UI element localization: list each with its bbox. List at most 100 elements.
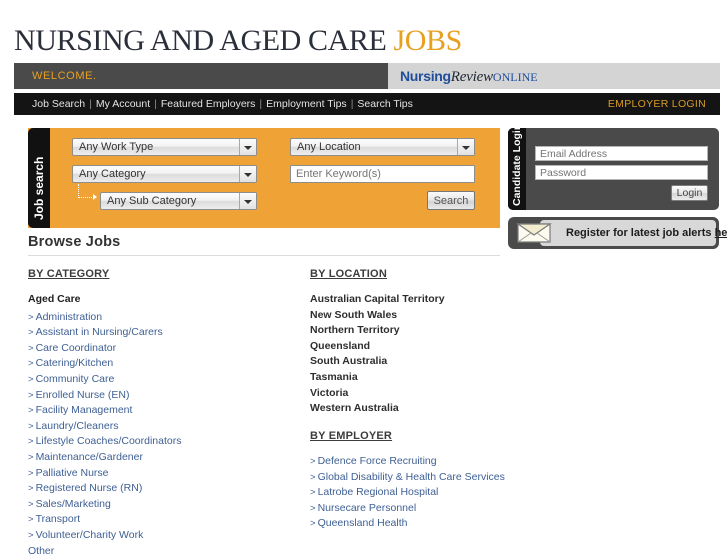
category-link[interactable]: Sales/Marketing: [36, 498, 111, 510]
candidate-login-panel: Candidate Login Login: [508, 128, 719, 210]
keyword-input[interactable]: [290, 165, 475, 183]
chevron-down-icon: [239, 193, 256, 209]
search-button[interactable]: Search: [427, 191, 475, 210]
location-select[interactable]: Any Location: [290, 138, 475, 156]
employer-link[interactable]: Defence Force Recruiting: [318, 455, 437, 467]
chevron-down-icon: [239, 139, 256, 155]
chevron-down-icon: [239, 166, 256, 182]
list-item[interactable]: >Assistant in Nursing/Carers: [28, 325, 298, 341]
category-link[interactable]: Administration: [36, 311, 103, 323]
chevron-right-icon: >: [28, 421, 36, 432]
list-item[interactable]: >Laundry/Cleaners: [28, 419, 298, 435]
list-item[interactable]: Australian Capital Territory: [310, 292, 580, 308]
employer-login-link[interactable]: EMPLOYER LOGIN: [608, 98, 706, 110]
logo-word-nursing: Nursing: [400, 68, 451, 84]
category-link[interactable]: Catering/Kitchen: [36, 357, 114, 369]
category-link[interactable]: Laundry/Cleaners: [36, 420, 119, 432]
list-item[interactable]: >Transport: [28, 512, 298, 528]
register-job-alerts-banner[interactable]: Register for latest job alerts here: [508, 217, 719, 249]
category-link[interactable]: Lifestyle Coaches/Coordinators: [36, 435, 182, 447]
logo-word-online: ONLINE: [493, 70, 538, 84]
list-item[interactable]: Queensland: [310, 339, 580, 355]
password-field[interactable]: [535, 165, 708, 180]
category-link[interactable]: Facility Management: [36, 404, 133, 416]
category-link[interactable]: Enrolled Nurse (EN): [36, 389, 130, 401]
nav-item-job-search[interactable]: Job Search: [32, 98, 85, 110]
employer-link[interactable]: Latrobe Regional Hospital: [318, 486, 439, 498]
list-item[interactable]: >Queensland Health: [310, 516, 580, 532]
job-search-panel: Job search Any Work Type Any Category An…: [28, 128, 500, 228]
list-item[interactable]: >Facility Management: [28, 403, 298, 419]
chevron-right-icon: >: [28, 312, 36, 323]
candidate-login-tab-text: Candidate Login: [511, 128, 523, 206]
browse-jobs-divider: [28, 255, 500, 256]
employer-link[interactable]: Queensland Health: [318, 517, 408, 529]
category-other-link[interactable]: Other: [28, 544, 298, 559]
list-item[interactable]: >Nursecare Personnel: [310, 501, 580, 517]
category-link[interactable]: Maintenance/Gardener: [36, 451, 143, 463]
list-item[interactable]: >Volunteer/Charity Work: [28, 528, 298, 544]
list-item[interactable]: Western Australia: [310, 401, 580, 417]
list-item[interactable]: >Latrobe Regional Hospital: [310, 485, 580, 501]
category-link[interactable]: Registered Nurse (RN): [36, 482, 143, 494]
list-item[interactable]: >Palliative Nurse: [28, 466, 298, 482]
welcome-bar: WELCOME. NursingReviewONLINE: [14, 63, 720, 89]
chevron-right-icon: >: [28, 405, 36, 416]
category-link[interactable]: Community Care: [36, 373, 115, 385]
list-item[interactable]: >Administration: [28, 310, 298, 326]
chevron-right-icon: >: [28, 436, 36, 447]
browse-jobs-heading: Browse Jobs: [28, 234, 120, 250]
list-item[interactable]: South Australia: [310, 354, 580, 370]
by-location-heading: BY LOCATION: [310, 268, 387, 280]
candidate-login-tab-label: Candidate Login: [508, 128, 526, 210]
nav-separator: |: [347, 98, 358, 110]
location-select-value: Any Location: [297, 141, 361, 153]
category-link[interactable]: Assistant in Nursing/Carers: [36, 326, 163, 338]
chevron-right-icon: >: [28, 358, 36, 369]
list-item[interactable]: >Catering/Kitchen: [28, 356, 298, 372]
nursing-review-logo-panel: NursingReviewONLINE: [388, 63, 720, 89]
list-item[interactable]: >Registered Nurse (RN): [28, 481, 298, 497]
list-item[interactable]: Tasmania: [310, 370, 580, 386]
nav-links-group: Job Search|My Account|Featured Employers…: [32, 98, 413, 110]
list-item[interactable]: >Lifestyle Coaches/Coordinators: [28, 434, 298, 450]
list-item[interactable]: Victoria: [310, 386, 580, 402]
chevron-right-icon: >: [28, 499, 36, 510]
chevron-right-icon: >: [28, 343, 36, 354]
work-type-select-value: Any Work Type: [79, 141, 153, 153]
list-item[interactable]: >Global Disability & Health Care Service…: [310, 470, 580, 486]
list-item[interactable]: >Maintenance/Gardener: [28, 450, 298, 466]
register-banner-label: Register for latest job alerts: [566, 227, 712, 239]
nursing-review-online-logo[interactable]: NursingReviewONLINE: [400, 67, 538, 87]
category-select[interactable]: Any Category: [72, 165, 257, 183]
job-search-tab-label: Job search: [28, 128, 50, 228]
category-link[interactable]: Other: [28, 545, 54, 557]
list-item[interactable]: >Care Coordinator: [28, 341, 298, 357]
nav-item-search-tips[interactable]: Search Tips: [357, 98, 412, 110]
list-item[interactable]: New South Wales: [310, 308, 580, 324]
nav-item-employment-tips[interactable]: Employment Tips: [266, 98, 347, 110]
chevron-right-icon: >: [28, 468, 36, 479]
nav-item-featured-employers[interactable]: Featured Employers: [161, 98, 256, 110]
chevron-right-icon: >: [28, 483, 36, 494]
list-item[interactable]: >Enrolled Nurse (EN): [28, 388, 298, 404]
category-link[interactable]: Transport: [36, 513, 81, 525]
location-list: Australian Capital Territory New South W…: [310, 292, 580, 417]
email-field[interactable]: [535, 146, 708, 161]
list-item[interactable]: >Community Care: [28, 372, 298, 388]
list-item[interactable]: >Sales/Marketing: [28, 497, 298, 513]
nav-item-my-account[interactable]: My Account: [96, 98, 150, 110]
employer-link[interactable]: Nursecare Personnel: [318, 502, 417, 514]
list-item[interactable]: >Defence Force Recruiting: [310, 454, 580, 470]
login-button[interactable]: Login: [671, 185, 708, 201]
sub-category-select[interactable]: Any Sub Category: [100, 192, 257, 210]
work-type-select[interactable]: Any Work Type: [72, 138, 257, 156]
list-item[interactable]: Northern Territory: [310, 323, 580, 339]
register-here-link[interactable]: here: [715, 227, 727, 239]
category-link[interactable]: Care Coordinator: [36, 342, 117, 354]
by-category-heading: BY CATEGORY: [28, 268, 109, 280]
employer-link[interactable]: Global Disability & Health Care Services: [318, 471, 505, 483]
category-link[interactable]: Volunteer/Charity Work: [36, 529, 144, 541]
category-group-label: Aged Care: [28, 292, 298, 308]
category-link[interactable]: Palliative Nurse: [36, 467, 109, 479]
